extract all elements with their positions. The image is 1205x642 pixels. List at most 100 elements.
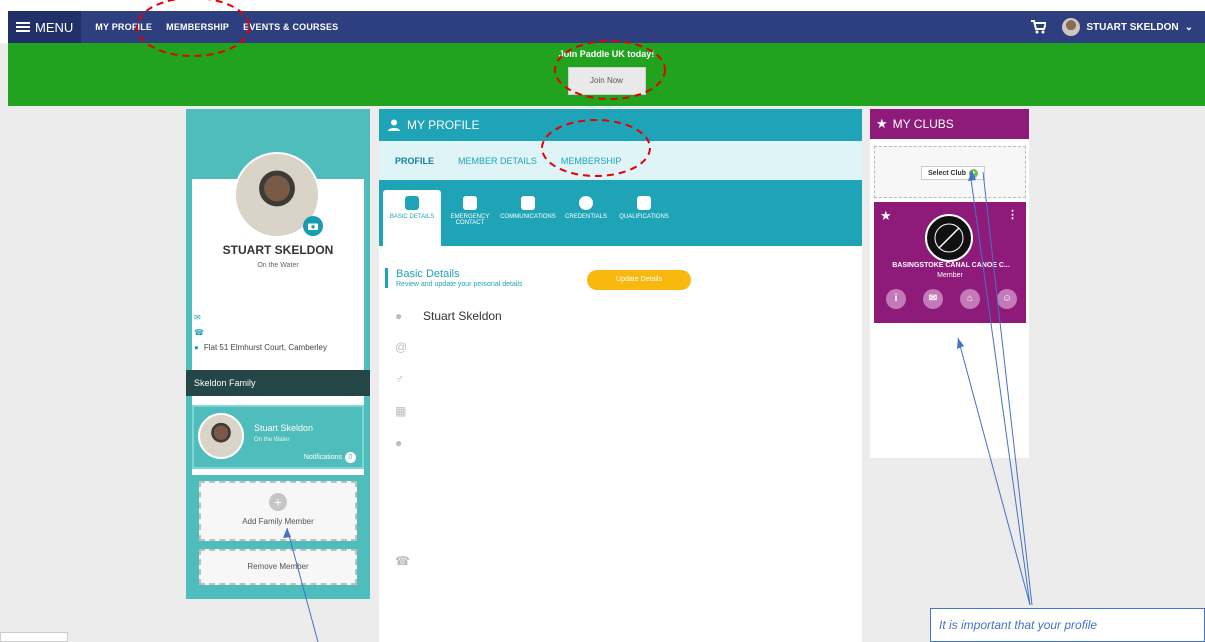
my-clubs-panel: ★ MY CLUBS Select Club + ★ ⋮ BASINGSTOKE… [870, 109, 1029, 458]
favorite-star-icon[interactable]: ★ [880, 208, 892, 224]
add-family-member-button[interactable]: + Add Family Member [199, 481, 357, 541]
select-club-area: Select Club + [874, 146, 1026, 198]
email-field: @ [395, 341, 407, 353]
top-area: MENU MY PROFILE MEMBERSHIP EVENTS & COUR… [0, 0, 1205, 43]
tab-credentials[interactable]: CREDENTIALS [557, 190, 615, 246]
club-card[interactable]: ★ ⋮ BASINGSTOKE CANAL CANOE C... Member … [874, 202, 1026, 323]
join-banner: Join Paddle UK today! Join Now [8, 43, 1205, 106]
hamburger-icon [16, 22, 30, 32]
clubs-title: MY CLUBS [892, 117, 954, 131]
location-field: ● [395, 437, 407, 449]
tab-basic-details-label: BASIC DETAILS [389, 214, 435, 220]
select-club-label: Select Club [927, 169, 967, 177]
phone-icon: ☎ [395, 554, 410, 568]
contact-card-icon [463, 196, 477, 210]
profile-status: On the Water [257, 262, 299, 269]
name-field: ● Stuart Skeldon [395, 309, 502, 323]
star-icon: ★ [876, 116, 888, 131]
phone-field: ☎ [395, 554, 410, 568]
tab-membership[interactable]: MEMBERSHIP [561, 156, 622, 166]
remove-member-button[interactable]: Remove Member [199, 549, 357, 585]
at-sign-icon: @ [395, 340, 408, 354]
document-icon [521, 196, 535, 210]
tab-communications-label: COMMUNICATIONS [500, 214, 556, 220]
tab-basic-details[interactable]: BASIC DETAILS [383, 190, 441, 246]
address-row: ● Flat 51 Elmhurst Court, Camberley [194, 343, 327, 352]
user-name: STUART SKELDON [1086, 21, 1179, 33]
nav-membership[interactable]: MEMBERSHIP [166, 22, 229, 32]
tab-profile[interactable]: PROFILE [395, 156, 434, 166]
location-pin-icon: ● [194, 343, 199, 352]
select-club-button[interactable]: Select Club + [921, 166, 985, 180]
notifications-count: 0 [345, 452, 356, 463]
avatar [1062, 18, 1081, 36]
family-member-status: On the Water [254, 437, 290, 443]
envelope-icon: ✉ [194, 313, 201, 322]
corner-widget [0, 632, 68, 642]
more-options-icon[interactable]: ⋮ [1007, 208, 1018, 221]
phone-row: ☎ [194, 328, 204, 337]
menu-button[interactable]: MENU [8, 11, 82, 43]
join-now-button[interactable]: Join Now [567, 67, 646, 95]
menu-label: MENU [35, 19, 74, 35]
plus-icon: + [269, 493, 287, 511]
annotation-note: It is important that your profile [930, 608, 1205, 642]
tab-credentials-label: CREDENTIALS [564, 214, 607, 220]
user-menu[interactable]: STUART SKELDON ⌄ [1062, 18, 1193, 36]
member-search-icon[interactable]: ☺ [997, 289, 1017, 309]
family-member-name: Stuart Skeldon [254, 423, 314, 433]
nav-events-courses[interactable]: EVENTS & COURSES [243, 22, 338, 32]
notifications[interactable]: Notifications 0 [304, 452, 356, 463]
location-pin-icon: ● [395, 436, 403, 450]
address-text: Flat 51 Elmhurst Court, Camberley [203, 343, 327, 352]
section-heading: Basic Details Review and update your per… [385, 268, 522, 288]
update-details-button[interactable]: Update Details [587, 270, 691, 290]
dob-field: ▦ [395, 405, 407, 417]
gender-field: ♂ [395, 373, 407, 385]
person-icon: ● [395, 309, 403, 323]
person-icon [405, 196, 419, 210]
nav-right: STUART SKELDON ⌄ [1030, 18, 1205, 36]
tab-qualifications[interactable]: QUALIFICATIONS [615, 190, 673, 246]
detail-tabs: BASIC DETAILS EMERGENCY CONTACT COMMUNIC… [379, 180, 862, 246]
cart-icon[interactable] [1030, 20, 1047, 34]
certificate-icon [637, 196, 651, 210]
club-role: Member [937, 272, 963, 279]
club-logo [925, 214, 973, 262]
clubs-header: ★ MY CLUBS [870, 109, 1029, 139]
info-icon[interactable]: i [886, 289, 906, 309]
my-profile-panel: MY PROFILE PROFILE MEMBER DETAILS MEMBER… [379, 109, 862, 642]
camera-icon[interactable] [303, 216, 323, 236]
profile-sidebar: STUART SKELDON On the Water ✉ ☎ ● Flat 5… [186, 109, 370, 599]
tab-emergency-contact-label: EMERGENCY CONTACT [450, 214, 490, 226]
tab-member-details[interactable]: MEMBER DETAILS [458, 156, 537, 166]
banner-title: Join Paddle UK today! [558, 49, 655, 59]
club-name: BASINGSTOKE CANAL CANOE C... [892, 262, 1010, 269]
badge-icon [579, 196, 593, 210]
full-name-value: Stuart Skeldon [423, 309, 502, 323]
mail-icon[interactable]: ✉ [923, 289, 943, 309]
family-heading: Skeldon Family [186, 370, 370, 396]
tab-qualifications-label: QUALIFICATIONS [619, 214, 669, 220]
home-icon[interactable]: ⌂ [960, 289, 980, 309]
profile-name: STUART SKELDON [222, 243, 334, 257]
tab-communications[interactable]: COMMUNICATIONS [499, 190, 557, 246]
family-member-photo [198, 413, 244, 459]
user-icon [388, 119, 400, 131]
male-symbol-icon: ♂ [395, 372, 404, 386]
chevron-down-icon: ⌄ [1184, 21, 1193, 33]
section-subtitle: Review and update your personal details [396, 281, 523, 288]
add-icon: + [969, 168, 979, 178]
club-actions: i ✉ ⌂ ☺ [886, 289, 1017, 309]
calendar-icon: ▦ [395, 404, 407, 418]
panel-title: MY PROFILE [407, 118, 480, 132]
family-member-card[interactable]: Stuart Skeldon On the Water Notification… [192, 405, 364, 469]
notifications-label: Notifications [303, 454, 342, 461]
add-family-member-label: Add Family Member [242, 517, 314, 526]
email-row: ✉ [194, 313, 201, 322]
nav-my-profile[interactable]: MY PROFILE [95, 22, 152, 32]
section-title: Basic Details [396, 268, 460, 280]
tab-emergency-contact[interactable]: EMERGENCY CONTACT [441, 190, 499, 246]
profile-tabs: PROFILE MEMBER DETAILS MEMBERSHIP [379, 141, 862, 180]
phone-icon: ☎ [194, 328, 204, 337]
